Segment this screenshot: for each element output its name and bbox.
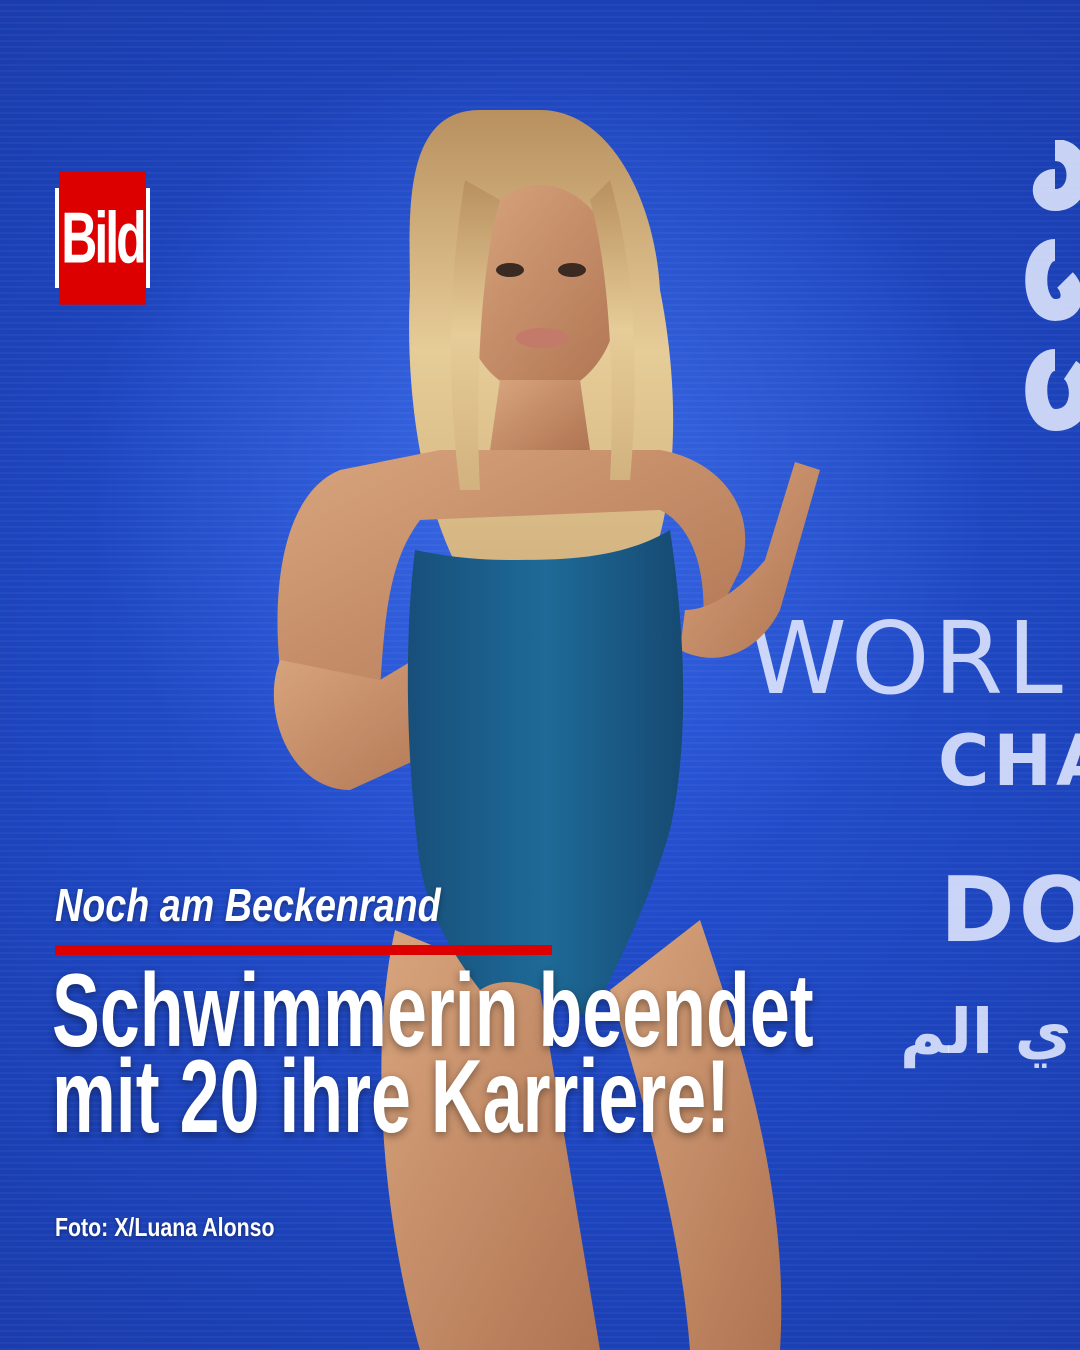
bild-logo: Bild: [55, 171, 150, 305]
event-logo-mark: [1025, 140, 1080, 432]
kicker: Noch am Beckenrand: [55, 879, 441, 931]
headline: Schwimmerin beendet mit 20 ihre Karriere…: [52, 959, 949, 1155]
post-image: WORL CHA DO ي الم: [0, 0, 1080, 1350]
headline-line-2: mit 20 ihre Karriere!: [52, 1039, 731, 1155]
backdrop-text-do: DO: [940, 858, 1080, 963]
swimmer-photo: [273, 110, 820, 1350]
backdrop-text-cha: CHA: [938, 720, 1080, 802]
bild-logo-text: Bild: [59, 171, 147, 305]
photo-credit: Foto: X/Luana Alonso: [55, 1212, 275, 1242]
